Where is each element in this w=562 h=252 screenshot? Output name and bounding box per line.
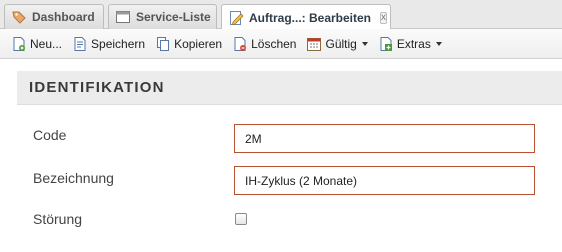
toolbar: Neu... Speichern Kopieren Löschen Gültig… [0,29,562,59]
tag-icon [11,9,27,25]
new-button[interactable]: Neu... [6,32,67,56]
edit-form-icon [228,10,244,26]
extras-dropdown-label: Extras [396,36,431,51]
new-document-icon [11,36,27,52]
tab-label: Auftrag...: Bearbeiten [249,10,372,25]
calendar-icon [306,36,322,52]
fault-checkbox[interactable] [235,213,247,225]
tab-dashboard[interactable]: Dashboard [4,4,104,29]
save-icon [72,36,88,52]
section-title: IDENTIFIKATION [29,79,165,96]
tab-bar: Dashboard Service-Liste Auftrag...: Bear… [0,0,562,30]
close-icon[interactable]: x [380,11,388,24]
copy-button-label: Kopieren [174,36,223,51]
fault-label: Störung [33,211,83,227]
extras-icon [378,36,394,52]
name-field[interactable] [234,166,535,195]
chevron-down-icon [361,41,368,46]
copy-icon [155,36,171,52]
tab-label: Dashboard [32,10,95,24]
save-button-label: Speichern [91,36,146,51]
save-button[interactable]: Speichern [67,32,150,56]
window-icon [115,9,131,25]
code-label: Code [33,127,67,143]
extras-dropdown[interactable]: Extras [373,32,447,56]
chevron-down-icon [435,41,442,46]
valid-dropdown-label: Gültig [325,36,357,51]
new-button-label: Neu... [30,36,63,51]
copy-button[interactable]: Kopieren [150,32,227,56]
tab-label: Service-Liste [136,10,211,24]
valid-dropdown[interactable]: Gültig [301,32,372,56]
delete-button[interactable]: Löschen [227,32,301,56]
section-header: IDENTIFIKATION [17,71,562,105]
delete-button-label: Löschen [251,36,297,51]
tab-auftrag-bearbeiten[interactable]: Auftrag...: Bearbeiten x [221,4,391,30]
tab-service-liste[interactable]: Service-Liste [108,4,217,29]
delete-icon [232,36,248,52]
code-field[interactable] [234,124,535,153]
name-label: Bezeichnung [33,170,114,186]
